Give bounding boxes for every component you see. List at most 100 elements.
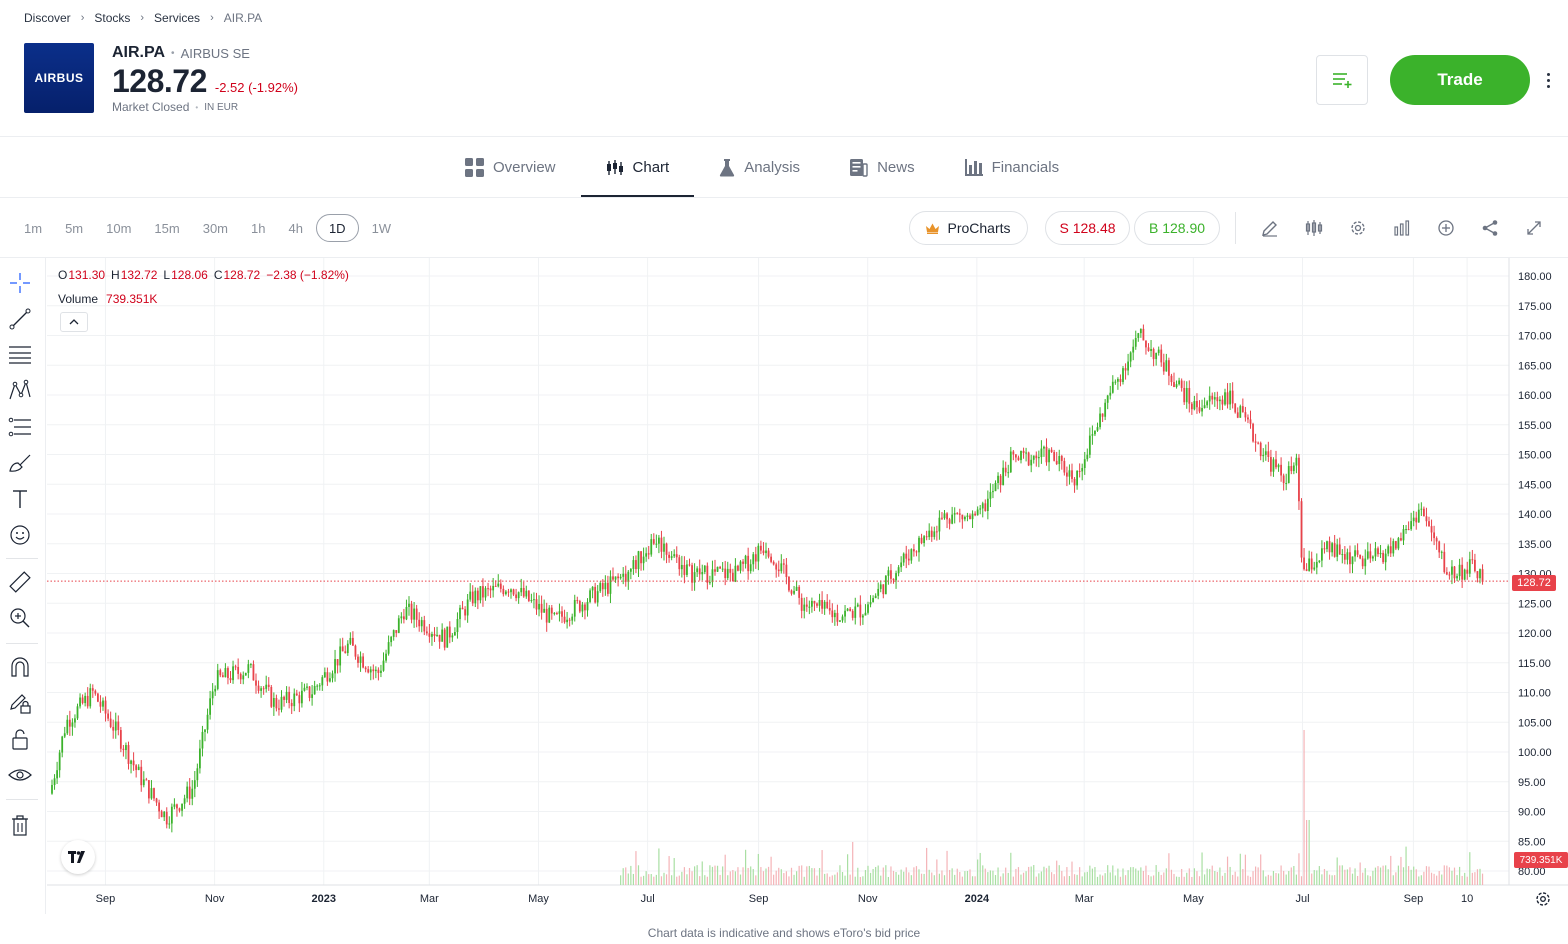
- candle-body: [821, 600, 823, 609]
- add-to-watchlist-button[interactable]: [1316, 55, 1368, 105]
- breadcrumb-stocks[interactable]: Stocks: [94, 11, 130, 25]
- volume-bar: [696, 865, 698, 885]
- collapse-legend-button[interactable]: [60, 312, 88, 332]
- pattern-icon[interactable]: [8, 379, 32, 403]
- share-icon[interactable]: [1478, 216, 1502, 240]
- emoji-icon[interactable]: [8, 523, 32, 547]
- procharts-button[interactable]: ProCharts: [909, 211, 1028, 245]
- tab-news[interactable]: News: [825, 138, 940, 197]
- breadcrumb-discover[interactable]: Discover: [24, 11, 71, 25]
- zoom-in-icon[interactable]: [8, 606, 32, 630]
- ruler-icon[interactable]: [8, 570, 32, 594]
- tab-financials[interactable]: Financials: [940, 138, 1085, 197]
- candle-body: [517, 592, 520, 599]
- candle-body: [566, 619, 568, 623]
- indicators-icon[interactable]: [1390, 216, 1414, 240]
- legend-close-key: C: [213, 268, 223, 282]
- volume-bar: [956, 868, 958, 885]
- candle-body: [836, 612, 839, 622]
- candle-body: [862, 615, 864, 618]
- candle-body: [645, 553, 648, 557]
- volume-bar: [1438, 870, 1440, 885]
- more-options-icon[interactable]: [1540, 68, 1556, 92]
- candlestick-icon: [606, 159, 623, 175]
- volume-bar: [716, 865, 719, 885]
- candle-body: [492, 585, 495, 591]
- volume-bar: [1415, 869, 1417, 885]
- volume-bar: [699, 876, 701, 885]
- volume-bar: [1311, 873, 1313, 885]
- pencil-icon[interactable]: [1258, 216, 1282, 240]
- y-tick-label: 140.00: [1518, 509, 1552, 521]
- text-icon[interactable]: [8, 487, 32, 511]
- lock-drawing-icon[interactable]: [8, 691, 32, 715]
- volume-bar: [1005, 867, 1007, 885]
- interval-1m[interactable]: 1m: [14, 214, 52, 242]
- candle-body: [703, 565, 706, 573]
- candle-body: [341, 646, 344, 652]
- breadcrumb-services[interactable]: Services: [154, 11, 200, 25]
- trend-line-icon[interactable]: [8, 307, 32, 331]
- interval-10m[interactable]: 10m: [96, 214, 141, 242]
- brush-icon[interactable]: [8, 451, 32, 475]
- tab-chart[interactable]: Chart: [580, 138, 695, 197]
- y-tick-label: 105.00: [1518, 717, 1552, 729]
- candle-body: [1387, 546, 1390, 554]
- candle-body: [869, 602, 872, 605]
- sell-price-button[interactable]: S 128.48: [1045, 211, 1130, 245]
- candle-body: [775, 564, 778, 570]
- volume-bar: [984, 868, 986, 885]
- price-chart[interactable]: 180.00 175.00 170.00 165.00 160.00 155.00 150.…: [47, 258, 1568, 914]
- volume-bar: [892, 870, 895, 885]
- candle-body: [589, 590, 591, 602]
- add-circle-icon[interactable]: [1434, 216, 1458, 240]
- volume-bar: [841, 871, 844, 885]
- candle-body: [153, 788, 155, 799]
- buy-price-button[interactable]: B 128.90: [1134, 211, 1220, 245]
- candle-body: [125, 745, 127, 751]
- candle-body: [1037, 457, 1040, 459]
- eye-icon[interactable]: [8, 763, 32, 787]
- trash-icon[interactable]: [8, 813, 32, 837]
- volume-bar: [1328, 874, 1331, 885]
- candle-body: [359, 656, 362, 663]
- candle-body: [433, 634, 436, 636]
- gear-icon[interactable]: [1346, 216, 1370, 240]
- forecast-icon[interactable]: [8, 415, 32, 439]
- candle-body: [635, 560, 637, 570]
- interval-30m[interactable]: 30m: [193, 214, 238, 242]
- volume-bar: [938, 873, 940, 885]
- magnet-icon[interactable]: [8, 655, 32, 679]
- fib-retracement-icon[interactable]: [8, 343, 32, 367]
- interval-5m[interactable]: 5m: [55, 214, 93, 242]
- tab-analysis[interactable]: Analysis: [694, 138, 825, 197]
- market-status-text: Market Closed: [112, 100, 190, 114]
- interval-1d[interactable]: 1D: [315, 214, 359, 242]
- candle-body: [976, 509, 979, 516]
- x-tick-label: Sep: [1404, 893, 1424, 905]
- interval-1w[interactable]: 1W: [362, 214, 402, 242]
- candle-body: [109, 718, 112, 727]
- candle-body: [584, 604, 586, 611]
- candles-icon[interactable]: [1302, 216, 1326, 240]
- candle-body: [242, 675, 245, 680]
- volume-bar: [992, 870, 994, 885]
- candle-body: [86, 695, 89, 707]
- tab-overview[interactable]: Overview: [440, 138, 581, 197]
- volume-bar: [824, 873, 826, 885]
- candle-body: [1045, 446, 1048, 463]
- candle-body: [673, 554, 676, 557]
- expand-icon[interactable]: [1522, 216, 1546, 240]
- candle-body: [989, 491, 992, 499]
- volume-bar: [1344, 869, 1346, 885]
- volume-bar: [1035, 876, 1037, 885]
- volume-bar: [1323, 868, 1326, 885]
- interval-4h[interactable]: 4h: [278, 214, 312, 242]
- interval-1h[interactable]: 1h: [241, 214, 275, 242]
- interval-15m[interactable]: 15m: [144, 214, 189, 242]
- unlock-icon[interactable]: [8, 727, 32, 751]
- chart-settings-gear-icon[interactable]: [1534, 890, 1552, 908]
- tradingview-logo[interactable]: [61, 840, 95, 874]
- crosshair-icon[interactable]: [8, 271, 32, 295]
- trade-button[interactable]: Trade: [1390, 55, 1530, 105]
